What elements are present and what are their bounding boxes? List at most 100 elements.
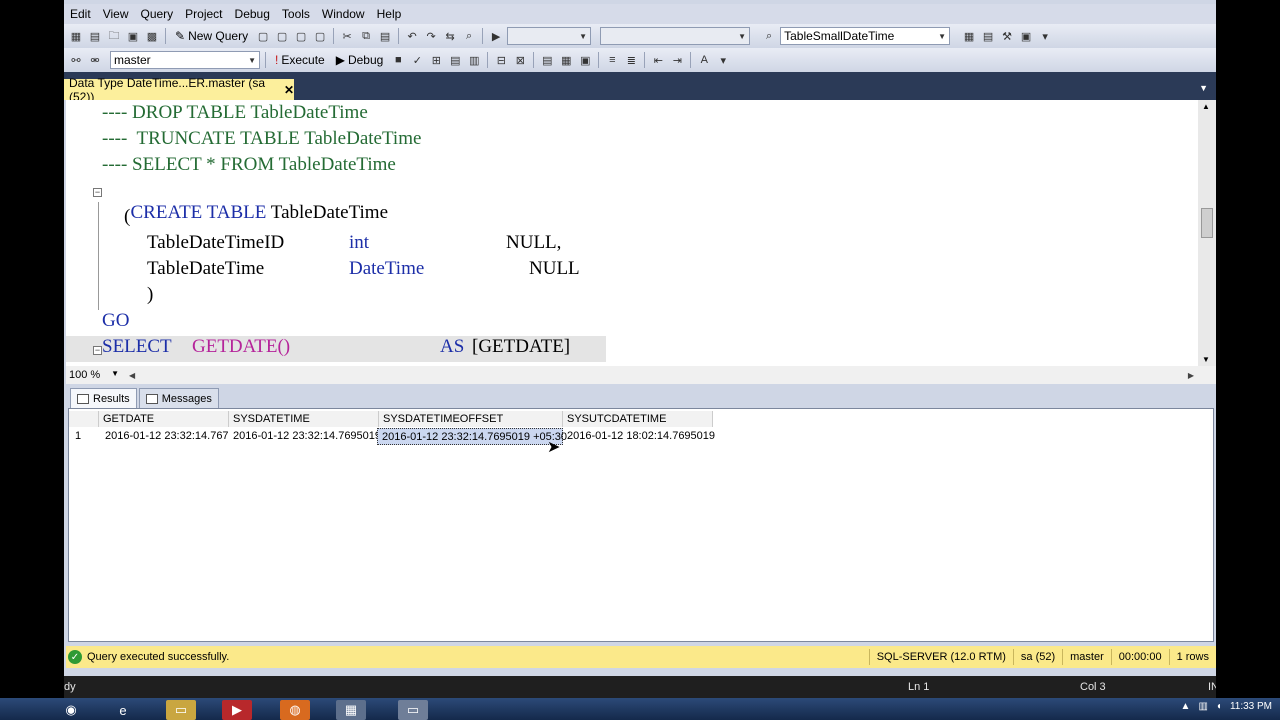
results-grid[interactable]: GETDATE SYSDATETIME SYSDATETIMEOFFSET SY… (68, 408, 1214, 642)
cut-icon[interactable]: ✂ (339, 28, 355, 44)
solution-config-combo[interactable]: ▼ (507, 27, 592, 45)
execute-button[interactable]: ! Execute (271, 53, 329, 67)
copy-icon[interactable]: ⧉ (358, 28, 374, 44)
column-header-sysdatetime[interactable]: SYSDATETIME (229, 411, 379, 427)
find-in-files-icon[interactable]: ⌕ (761, 28, 777, 44)
scroll-right-icon[interactable]: ▶ (1188, 371, 1194, 380)
scroll-down-icon[interactable]: ▼ (1202, 355, 1210, 364)
collapse-icon[interactable]: − (93, 188, 102, 197)
redo-icon[interactable]: ↷ (423, 28, 439, 44)
tab-messages[interactable]: Messages (138, 388, 219, 408)
menu-tools[interactable]: Tools (276, 7, 316, 21)
decrease-indent-icon[interactable]: ⇤ (650, 52, 666, 68)
xmla-query-icon[interactable]: ▢ (312, 28, 328, 44)
increase-indent-icon[interactable]: ⇥ (669, 52, 685, 68)
menu-debug[interactable]: Debug (229, 7, 276, 21)
start-button-icon[interactable]: ◉ (58, 700, 84, 720)
debug-play-icon: ▶ (335, 53, 345, 67)
open-folder-icon[interactable]: 🗀 (106, 28, 122, 44)
database-engine-query-icon[interactable]: ▢ (255, 28, 271, 44)
menu-window[interactable]: Window (316, 7, 371, 21)
scrollbar-thumb[interactable] (1201, 208, 1213, 238)
ssms-taskbar-icon[interactable]: ▦ (336, 700, 366, 720)
find-icon[interactable]: ⌕ (461, 28, 477, 44)
execute-icon: ! (275, 53, 279, 67)
object-combo[interactable]: TableSmallDateTime ▼ (780, 27, 951, 45)
solution-platform-combo[interactable]: ▼ (600, 27, 751, 45)
table-cell[interactable]: 2016-01-12 23:32:14.7695019 (229, 428, 381, 445)
app-status-bar: dy Ln 1 Col 3 IN (64, 676, 1216, 698)
debug-button[interactable]: ▶ Debug (332, 53, 388, 67)
scroll-up-icon[interactable]: ▲ (1202, 102, 1210, 111)
table-cell[interactable]: 2016-01-12 18:02:14.7695019 (563, 428, 715, 445)
analysis-query-icon[interactable]: ▢ (274, 28, 290, 44)
properties-icon[interactable]: ⚒ (999, 28, 1015, 44)
zoom-combo[interactable]: 100 % ▼ (69, 369, 123, 381)
client-stats-icon[interactable]: ⊠ (512, 52, 528, 68)
include-plan-icon[interactable]: ⊟ (493, 52, 509, 68)
editor-vertical-scrollbar[interactable]: ▲ ▼ (1198, 100, 1216, 366)
menu-query[interactable]: Query (134, 7, 179, 21)
comment-icon[interactable]: ≡ (604, 52, 620, 68)
undo-icon[interactable]: ↶ (404, 28, 420, 44)
collapse-icon[interactable]: − (93, 346, 102, 355)
database-combo[interactable]: master ▼ (110, 51, 260, 69)
intellisense-icon[interactable]: ▥ (466, 52, 482, 68)
mouse-pointer-icon: ➤ (547, 439, 561, 456)
toolbar-separator (482, 28, 484, 44)
menu-project[interactable]: Project (179, 7, 228, 21)
scroll-left-icon[interactable]: ◀ (129, 371, 135, 380)
close-icon[interactable]: ✕ (284, 83, 294, 97)
registered-servers-icon[interactable]: ▤ (980, 28, 996, 44)
column-header-sysutcdatetime[interactable]: SYSUTCDATETIME (563, 411, 713, 427)
internet-explorer-icon[interactable]: e (108, 700, 138, 720)
toolbox-icon[interactable]: ▣ (1018, 28, 1034, 44)
network-icon[interactable]: ▥ (1198, 701, 1207, 712)
estimated-plan-icon[interactable]: ⊞ (428, 52, 444, 68)
save-all-icon[interactable]: ▩ (144, 28, 160, 44)
table-cell-selected[interactable]: 2016-01-12 23:32:14.7695019 +05:30 (377, 428, 567, 445)
column-header-sysdatetimeoffset[interactable]: SYSDATETIMEOFFSET (379, 411, 563, 427)
firefox-icon[interactable]: ◍ (280, 700, 310, 720)
column-header-getdate[interactable]: GETDATE (99, 411, 229, 427)
media-player-icon[interactable]: ▶ (222, 700, 252, 720)
toolbar-options-icon[interactable]: ▾ (1037, 28, 1053, 44)
parse-icon[interactable]: ✓ (409, 52, 425, 68)
results-to-text-icon[interactable]: ▤ (539, 52, 555, 68)
row-number[interactable]: 1 (71, 428, 99, 445)
tray-arrow-icon[interactable]: ▲ (1181, 701, 1191, 712)
clock[interactable]: 11:33 PM (1230, 701, 1272, 712)
paste-icon[interactable]: ▤ (377, 28, 393, 44)
line-indicator: Ln 1 (908, 681, 930, 693)
uncomment-icon[interactable]: ≣ (623, 52, 639, 68)
tab-results[interactable]: Results (70, 388, 137, 408)
table-cell[interactable]: 2016-01-12 23:32:14.767 (101, 428, 229, 445)
specify-values-icon[interactable]: A (696, 52, 712, 68)
start-debug-icon[interactable]: ▶ (488, 28, 504, 44)
toolbar-options-icon[interactable]: ▾ (715, 52, 731, 68)
save-icon[interactable]: ▣ (125, 28, 141, 44)
menu-help[interactable]: Help (371, 7, 408, 21)
insert-mode-indicator: IN (1208, 681, 1216, 693)
menu-view[interactable]: View (97, 7, 135, 21)
results-to-grid-icon[interactable]: ▦ (558, 52, 574, 68)
menu-edit[interactable]: Edit (64, 7, 97, 21)
window-taskbar-icon[interactable]: ▭ (398, 700, 428, 720)
column-2-type: DateTime (349, 258, 425, 279)
results-to-file-icon[interactable]: ▣ (577, 52, 593, 68)
query-designer-icon[interactable]: ▤ (447, 52, 463, 68)
query-editor[interactable]: − − ---- DROP TABLE TableDateTime ---- T… (66, 100, 1198, 366)
connect-icon[interactable]: ⚯ (68, 52, 84, 68)
chevron-down-icon[interactable]: ▼ (1199, 83, 1208, 93)
disconnect-icon[interactable]: ⚮ (87, 52, 103, 68)
object-explorer-icon[interactable]: ▦ (961, 28, 977, 44)
file-explorer-icon[interactable]: ▭ (166, 700, 196, 720)
new-query-button[interactable]: ✎ New Query (171, 29, 252, 43)
mdx-query-icon[interactable]: ▢ (293, 28, 309, 44)
volume-icon[interactable]: ◖ (1216, 701, 1222, 712)
add-item-icon[interactable]: ▤ (87, 28, 103, 44)
cancel-query-icon[interactable]: ■ (390, 52, 406, 68)
new-project-icon[interactable]: ▦ (68, 28, 84, 44)
navigate-icon[interactable]: ⇆ (442, 28, 458, 44)
query-document-tab[interactable]: Data Type DateTime...ER.master (sa (52))… (64, 76, 294, 104)
